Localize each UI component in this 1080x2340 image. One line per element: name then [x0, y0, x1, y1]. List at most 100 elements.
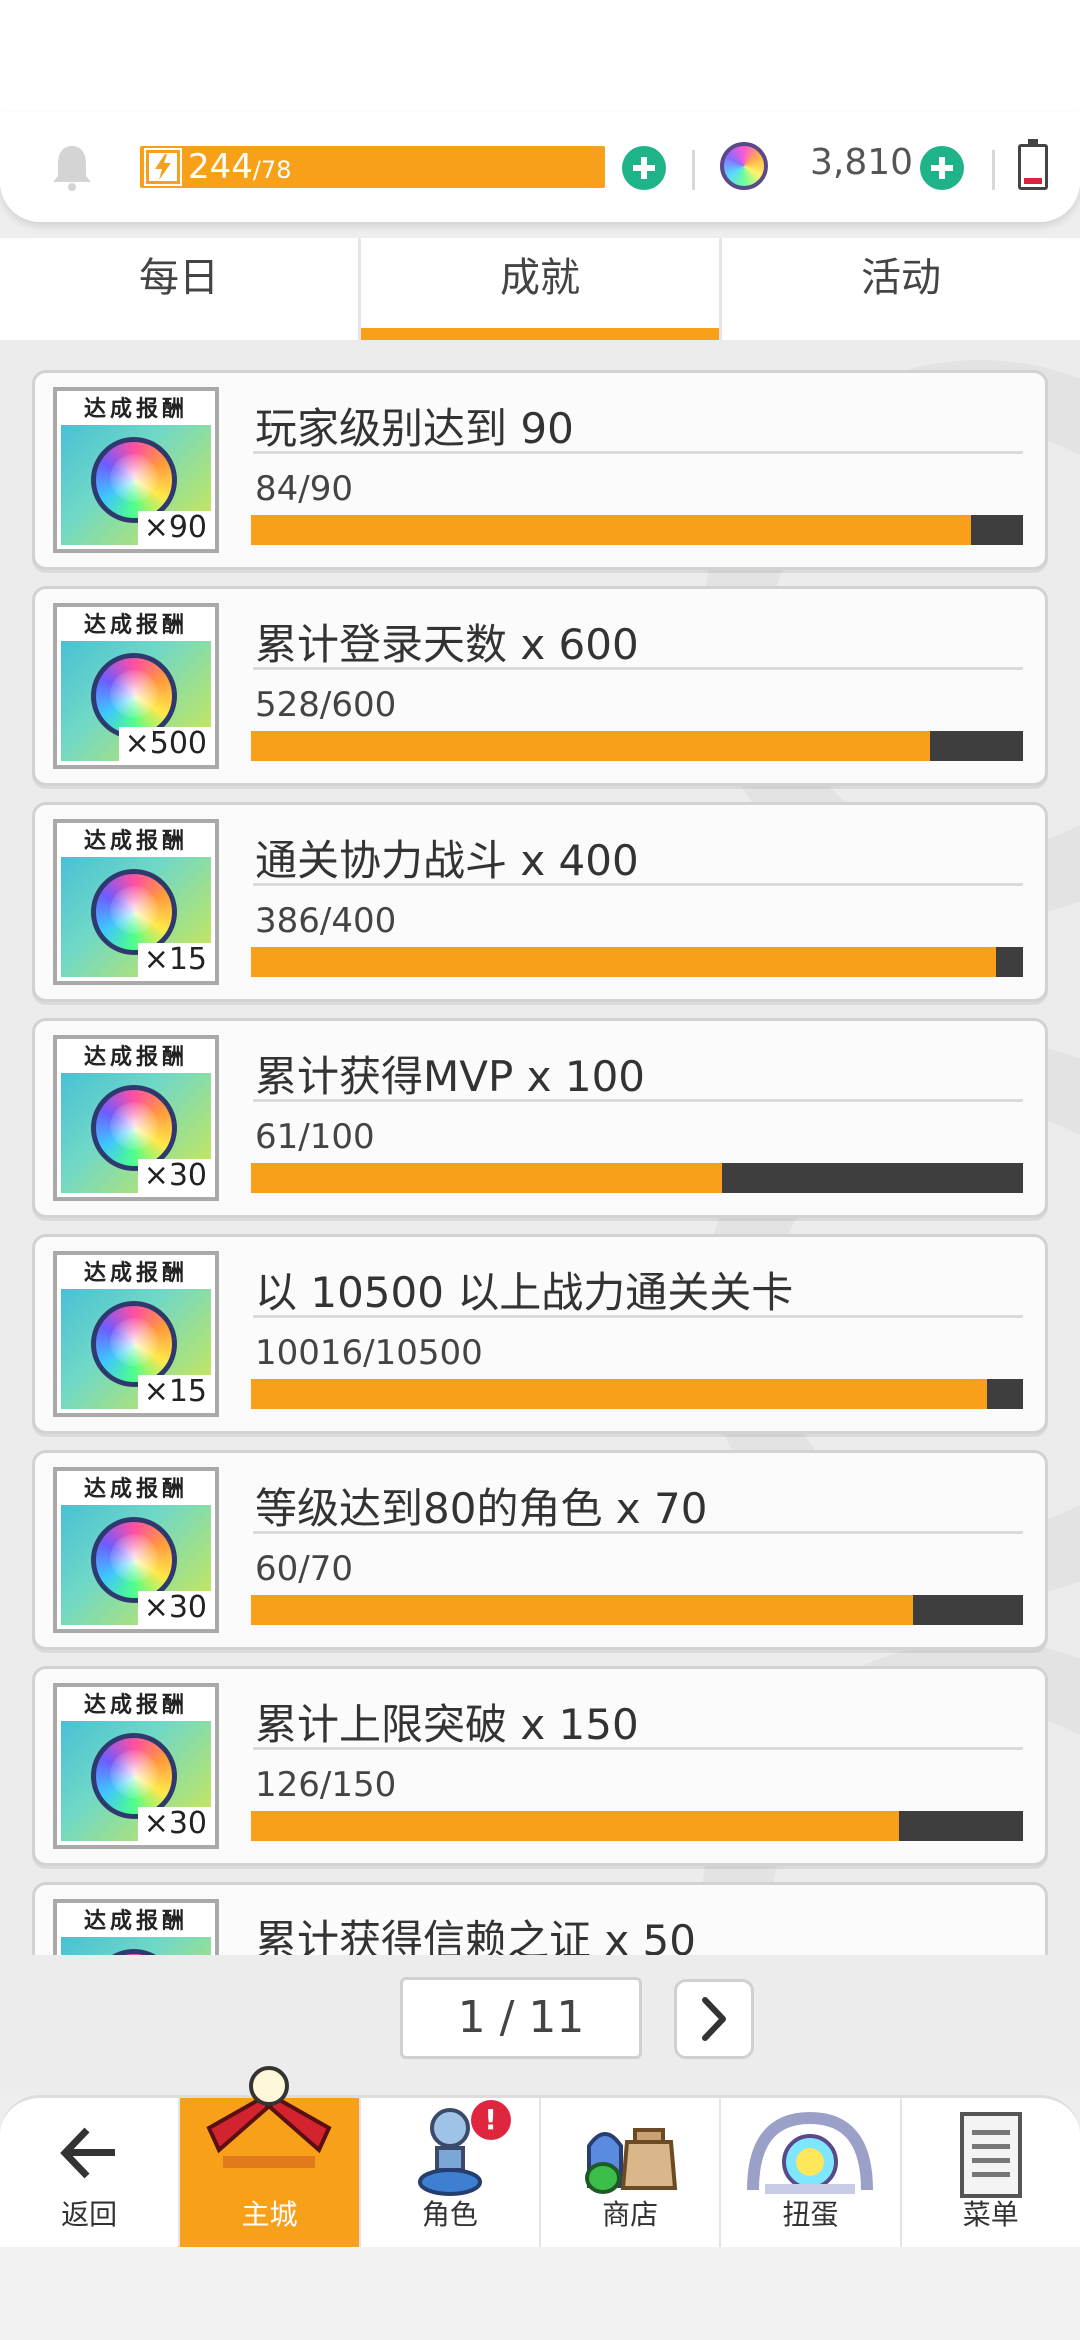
- reward-quantity: ×500: [118, 727, 211, 761]
- nav-label: 扭蛋: [782, 2198, 839, 2231]
- gem-count: 3,810: [810, 142, 914, 183]
- system-nav-area: [0, 2247, 1080, 2340]
- achievement-title: 等级达到80的角色 x 70: [255, 1484, 708, 1533]
- progress-bar-fill: [251, 1811, 900, 1841]
- page-indicator: 1 / 11: [400, 1977, 642, 2059]
- tab-bar: 每日 成就 活动: [0, 238, 1080, 340]
- progress-bar-fill: [251, 1595, 913, 1625]
- reward-item[interactable]: 达成报酬 ×30: [53, 1467, 219, 1633]
- reward-gem-image: 达成报酬 ×30: [61, 1475, 211, 1625]
- progress-bar: [251, 1379, 1023, 1409]
- reward-quantity: ×30: [137, 1807, 211, 1841]
- tab-label: 活动: [861, 255, 941, 301]
- nav-character[interactable]: ! 角色: [361, 2098, 541, 2247]
- divider: [253, 451, 1023, 454]
- reward-gem-image: 达成报酬 ×90: [61, 395, 211, 545]
- progress-bar: [251, 1163, 1023, 1193]
- achievement-card[interactable]: 达成报酬 累计获得信赖之证 x 50: [32, 1882, 1048, 1955]
- reward-quantity: ×30: [137, 1591, 211, 1625]
- battery-icon: [1018, 139, 1048, 190]
- nav-label: 商店: [602, 2198, 659, 2231]
- achievement-title: 累计登录天数 x 600: [255, 620, 639, 669]
- achievement-card[interactable]: 达成报酬 ×15 以 10500 以上战力通关关卡 10016/10500: [32, 1234, 1048, 1434]
- nav-menu[interactable]: 菜单: [902, 2098, 1080, 2247]
- divider: [253, 883, 1023, 886]
- next-page-button[interactable]: [674, 1979, 754, 2059]
- gem-icon: [720, 142, 768, 190]
- progress-bar: [251, 515, 1023, 545]
- progress-text: 126/150: [255, 1765, 397, 1805]
- nav-shop[interactable]: 商店: [541, 2098, 722, 2247]
- stamina-value: 244/78: [188, 147, 292, 187]
- reward-gem-image: 达成报酬 ×30: [61, 1691, 211, 1841]
- achievement-title: 累计获得MVP x 100: [255, 1052, 646, 1101]
- progress-text: 61/100: [255, 1117, 375, 1157]
- tab-events[interactable]: 活动: [722, 238, 1080, 340]
- reward-label: 达成报酬: [61, 1475, 211, 1505]
- reward-item[interactable]: 达成报酬 ×500: [53, 603, 219, 769]
- tab-achievements[interactable]: 成就: [361, 238, 722, 340]
- reward-item[interactable]: 达成报酬 ×90: [53, 387, 219, 553]
- tab-daily[interactable]: 每日: [0, 238, 361, 340]
- bottom-nav: 返回 主城 ! 角色 商店 扭蛋 菜单: [0, 2066, 1080, 2247]
- reward-label: 达成报酬: [61, 827, 211, 857]
- town-icon: [206, 2066, 333, 2168]
- reward-quantity: ×30: [137, 1159, 211, 1193]
- chevron-right-icon: [702, 1997, 726, 2041]
- nav-label: 主城: [241, 2198, 298, 2231]
- achievement-title: 玩家级别达到 90: [255, 404, 574, 453]
- achievement-card[interactable]: 达成报酬 ×30 累计上限突破 x 150 126/150: [32, 1666, 1048, 1866]
- add-stamina-button[interactable]: [622, 146, 666, 190]
- progress-bar-fill: [251, 731, 931, 761]
- progress-bar-fill: [251, 947, 996, 977]
- nav-back[interactable]: 返回: [0, 2098, 181, 2247]
- nav-label: 菜单: [962, 2198, 1019, 2231]
- back-arrow-icon: [60, 2127, 116, 2179]
- achievement-title: 累计上限突破 x 150: [255, 1700, 639, 1749]
- divider: [253, 1747, 1023, 1750]
- divider: [692, 150, 695, 190]
- reward-item[interactable]: 达成报酬 ×15: [53, 1251, 219, 1417]
- tab-label: 成就: [500, 255, 580, 301]
- plus-icon: [931, 157, 953, 179]
- stamina-bar: 244/78: [140, 146, 605, 188]
- lightning-icon: [144, 148, 182, 186]
- nav-gacha[interactable]: 扭蛋: [721, 2098, 902, 2247]
- achievement-title: 以 10500 以上战力通关关卡: [255, 1268, 794, 1317]
- achievement-card[interactable]: 达成报酬 ×500 累计登录天数 x 600 528/600: [32, 586, 1048, 786]
- achievement-card[interactable]: 达成报酬 ×90 玩家级别达到 90 84/90: [32, 370, 1048, 570]
- reward-quantity: ×90: [137, 511, 211, 545]
- nav-label: 返回: [61, 2198, 118, 2231]
- reward-gem-image: 达成报酬 ×15: [61, 1259, 211, 1409]
- achievement-card[interactable]: 达成报酬 ×30 等级达到80的角色 x 70 60/70: [32, 1450, 1048, 1650]
- nav-label: 角色: [421, 2198, 478, 2231]
- progress-text: 84/90: [255, 469, 353, 509]
- reward-label: 达成报酬: [61, 1691, 211, 1721]
- divider: [253, 667, 1023, 670]
- divider: [253, 1315, 1023, 1318]
- reward-label: 达成报酬: [61, 1907, 211, 1937]
- achievement-list[interactable]: 达成报酬 ×90 玩家级别达到 90 84/90 达成报酬 ×500 累计登录天数 x 60…: [0, 340, 1080, 1955]
- pager: 1 / 11: [0, 1955, 1080, 2095]
- add-gem-button[interactable]: [920, 146, 964, 190]
- progress-text: 386/400: [255, 901, 397, 941]
- reward-gem-image: 达成报酬 ×500: [61, 611, 211, 761]
- reward-gem-image: 达成报酬: [61, 1907, 211, 1955]
- reward-item[interactable]: 达成报酬 ×15: [53, 819, 219, 985]
- progress-bar: [251, 731, 1023, 761]
- progress-bar-fill: [251, 515, 972, 545]
- reward-label: 达成报酬: [61, 395, 211, 425]
- divider: [253, 1099, 1023, 1102]
- reward-label: 达成报酬: [61, 1043, 211, 1073]
- nav-town[interactable]: 主城: [180, 2066, 361, 2247]
- achievement-card[interactable]: 达成报酬 ×15 通关协力战斗 x 400 386/400: [32, 802, 1048, 1002]
- progress-bar-fill: [251, 1163, 722, 1193]
- achievement-card[interactable]: 达成报酬 ×30 累计获得MVP x 100 61/100: [32, 1018, 1048, 1218]
- bell-icon[interactable]: [50, 142, 94, 192]
- reward-item[interactable]: 达成报酬 ×30: [53, 1683, 219, 1849]
- gacha-icon: [747, 2111, 874, 2194]
- reward-item[interactable]: 达成报酬: [53, 1899, 219, 1955]
- shop-icon: [585, 2128, 678, 2194]
- reward-item[interactable]: 达成报酬 ×30: [53, 1035, 219, 1201]
- progress-bar-fill: [251, 1379, 988, 1409]
